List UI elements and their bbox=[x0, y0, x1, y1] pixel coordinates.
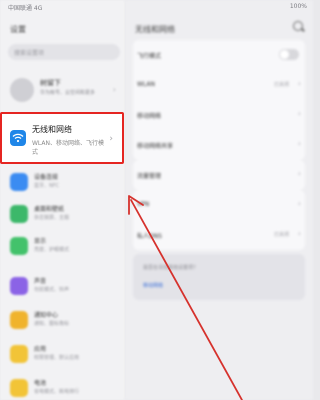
arrow-head bbox=[128, 195, 144, 215]
battery-text: 100% bbox=[289, 3, 307, 10]
status-bar: 中国联通 4G 100% bbox=[0, 0, 313, 14]
annotation-arrow bbox=[128, 195, 243, 400]
arrow-shaft bbox=[130, 199, 243, 400]
carrier-text: 中国联通 4G bbox=[8, 5, 43, 12]
